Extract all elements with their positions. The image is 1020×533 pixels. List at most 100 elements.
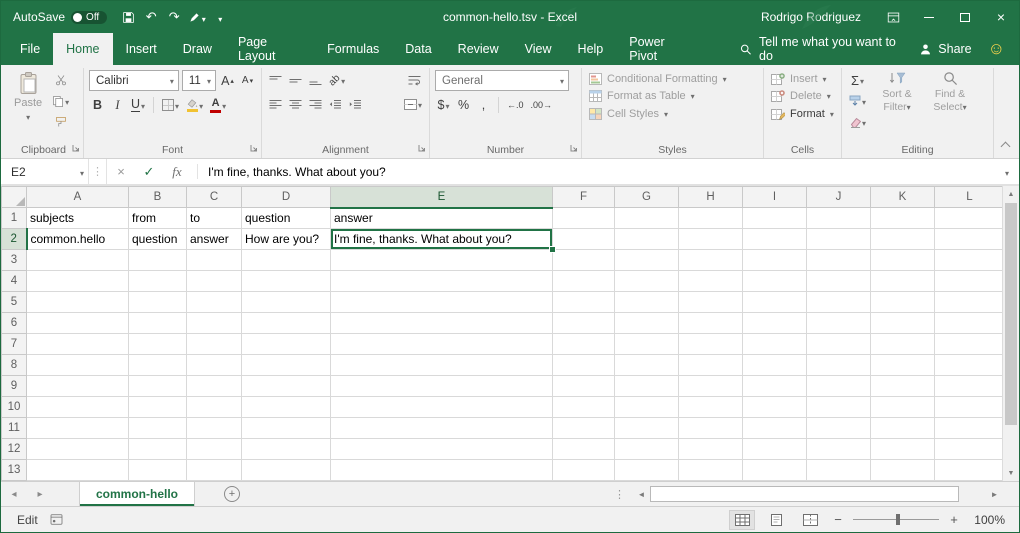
maximize-button[interactable] bbox=[947, 1, 983, 33]
number-format-select[interactable]: General bbox=[435, 70, 569, 91]
cell-H5[interactable] bbox=[679, 292, 743, 313]
scroll-up-button[interactable]: ▲ bbox=[1003, 186, 1019, 202]
column-header-C[interactable]: C bbox=[187, 187, 242, 208]
row-header-7[interactable]: 7 bbox=[2, 334, 27, 355]
row-header-2[interactable]: 2 bbox=[2, 229, 27, 250]
cell-D6[interactable] bbox=[242, 313, 331, 334]
cell-E5[interactable] bbox=[331, 292, 553, 313]
cell-B10[interactable] bbox=[129, 397, 187, 418]
cell-B5[interactable] bbox=[129, 292, 187, 313]
cell-I1[interactable] bbox=[743, 208, 807, 229]
delete-cells-button[interactable]: Delete bbox=[769, 88, 836, 106]
cell-J11[interactable] bbox=[807, 418, 871, 439]
tab-view[interactable]: View bbox=[512, 33, 565, 65]
cell-A2[interactable]: common.hello bbox=[27, 229, 129, 250]
row-header-9[interactable]: 9 bbox=[2, 376, 27, 397]
cell-E12[interactable] bbox=[331, 439, 553, 460]
sheet-tab-common-hello[interactable]: common-hello bbox=[79, 482, 195, 506]
cell-K12[interactable] bbox=[871, 439, 935, 460]
cell-F6[interactable] bbox=[553, 313, 615, 334]
column-header-J[interactable]: J bbox=[807, 187, 871, 208]
cell-I3[interactable] bbox=[743, 250, 807, 271]
cell-B2[interactable]: question bbox=[129, 229, 187, 250]
cell-J10[interactable] bbox=[807, 397, 871, 418]
cell-L4[interactable] bbox=[935, 271, 1003, 292]
cell-H8[interactable] bbox=[679, 355, 743, 376]
vertical-scroll-thumb[interactable] bbox=[1005, 203, 1017, 425]
select-all-button[interactable] bbox=[2, 187, 27, 208]
cell-G6[interactable] bbox=[615, 313, 679, 334]
cell-F1[interactable] bbox=[553, 208, 615, 229]
borders-button[interactable] bbox=[160, 95, 181, 115]
page-break-view-button[interactable] bbox=[797, 510, 823, 530]
tab-formulas[interactable]: Formulas bbox=[314, 33, 392, 65]
cell-H10[interactable] bbox=[679, 397, 743, 418]
cell-B7[interactable] bbox=[129, 334, 187, 355]
insert-cells-button[interactable]: Insert bbox=[769, 70, 836, 88]
cell-L6[interactable] bbox=[935, 313, 1003, 334]
cell-B6[interactable] bbox=[129, 313, 187, 334]
zoom-out-button[interactable]: − bbox=[831, 512, 845, 527]
cell-styles-button[interactable]: Cell Styles bbox=[587, 105, 758, 123]
copy-button[interactable] bbox=[50, 91, 71, 111]
cell-D13[interactable] bbox=[242, 460, 331, 481]
cell-K3[interactable] bbox=[871, 250, 935, 271]
cell-G9[interactable] bbox=[615, 376, 679, 397]
tab-data[interactable]: Data bbox=[392, 33, 444, 65]
cell-C10[interactable] bbox=[187, 397, 242, 418]
scroll-down-button[interactable]: ▼ bbox=[1003, 465, 1019, 481]
font-color-button[interactable]: A bbox=[208, 95, 228, 115]
clipboard-dialog-launcher[interactable] bbox=[72, 143, 80, 155]
cell-A7[interactable] bbox=[27, 334, 129, 355]
cell-F7[interactable] bbox=[553, 334, 615, 355]
cell-A4[interactable] bbox=[27, 271, 129, 292]
redo-button[interactable]: ↷ bbox=[163, 4, 185, 30]
format-as-table-button[interactable]: Format as Table bbox=[587, 88, 758, 106]
cell-E10[interactable] bbox=[331, 397, 553, 418]
cell-L12[interactable] bbox=[935, 439, 1003, 460]
cell-B11[interactable] bbox=[129, 418, 187, 439]
row-header-6[interactable]: 6 bbox=[2, 313, 27, 334]
cell-H4[interactable] bbox=[679, 271, 743, 292]
cell-L7[interactable] bbox=[935, 334, 1003, 355]
column-header-D[interactable]: D bbox=[242, 187, 331, 208]
shrink-font-button[interactable]: A bbox=[239, 71, 256, 91]
enter-button[interactable]: ✓ bbox=[135, 159, 163, 184]
cell-E1[interactable]: answer bbox=[331, 208, 553, 229]
alignment-dialog-launcher[interactable] bbox=[418, 143, 426, 155]
zoom-level[interactable]: 100% bbox=[969, 513, 1005, 527]
cell-D1[interactable]: question bbox=[242, 208, 331, 229]
autosave-toggle[interactable]: AutoSave Off bbox=[1, 10, 117, 24]
cell-F13[interactable] bbox=[553, 460, 615, 481]
row-header-10[interactable]: 10 bbox=[2, 397, 27, 418]
format-cells-button[interactable]: Format bbox=[769, 105, 836, 123]
cell-I6[interactable] bbox=[743, 313, 807, 334]
scroll-left-button[interactable]: ◄ bbox=[633, 490, 650, 499]
font-dialog-launcher[interactable] bbox=[250, 143, 258, 155]
column-header-B[interactable]: B bbox=[129, 187, 187, 208]
cell-L11[interactable] bbox=[935, 418, 1003, 439]
cell-G11[interactable] bbox=[615, 418, 679, 439]
tab-splitter-handle[interactable]: ⋮ bbox=[606, 482, 633, 506]
cell-A1[interactable]: subjects bbox=[27, 208, 129, 229]
cell-F3[interactable] bbox=[553, 250, 615, 271]
cell-E9[interactable] bbox=[331, 376, 553, 397]
cell-D4[interactable] bbox=[242, 271, 331, 292]
cell-B4[interactable] bbox=[129, 271, 187, 292]
cell-L2[interactable] bbox=[935, 229, 1003, 250]
column-header-L[interactable]: L bbox=[935, 187, 1003, 208]
cell-K7[interactable] bbox=[871, 334, 935, 355]
cell-E2[interactable]: I'm fine, thanks. What about you? bbox=[331, 229, 553, 250]
ribbon-display-options-button[interactable] bbox=[875, 1, 911, 33]
decrease-decimal-button[interactable]: .00→ bbox=[529, 95, 555, 115]
cell-G12[interactable] bbox=[615, 439, 679, 460]
orientation-button[interactable]: ab bbox=[327, 70, 347, 90]
cell-C5[interactable] bbox=[187, 292, 242, 313]
cell-L3[interactable] bbox=[935, 250, 1003, 271]
grow-font-button[interactable]: A bbox=[219, 71, 236, 91]
column-header-E[interactable]: E bbox=[331, 187, 553, 208]
cell-G13[interactable] bbox=[615, 460, 679, 481]
cell-H9[interactable] bbox=[679, 376, 743, 397]
cell-J8[interactable] bbox=[807, 355, 871, 376]
conditional-formatting-button[interactable]: Conditional Formatting bbox=[587, 70, 758, 88]
